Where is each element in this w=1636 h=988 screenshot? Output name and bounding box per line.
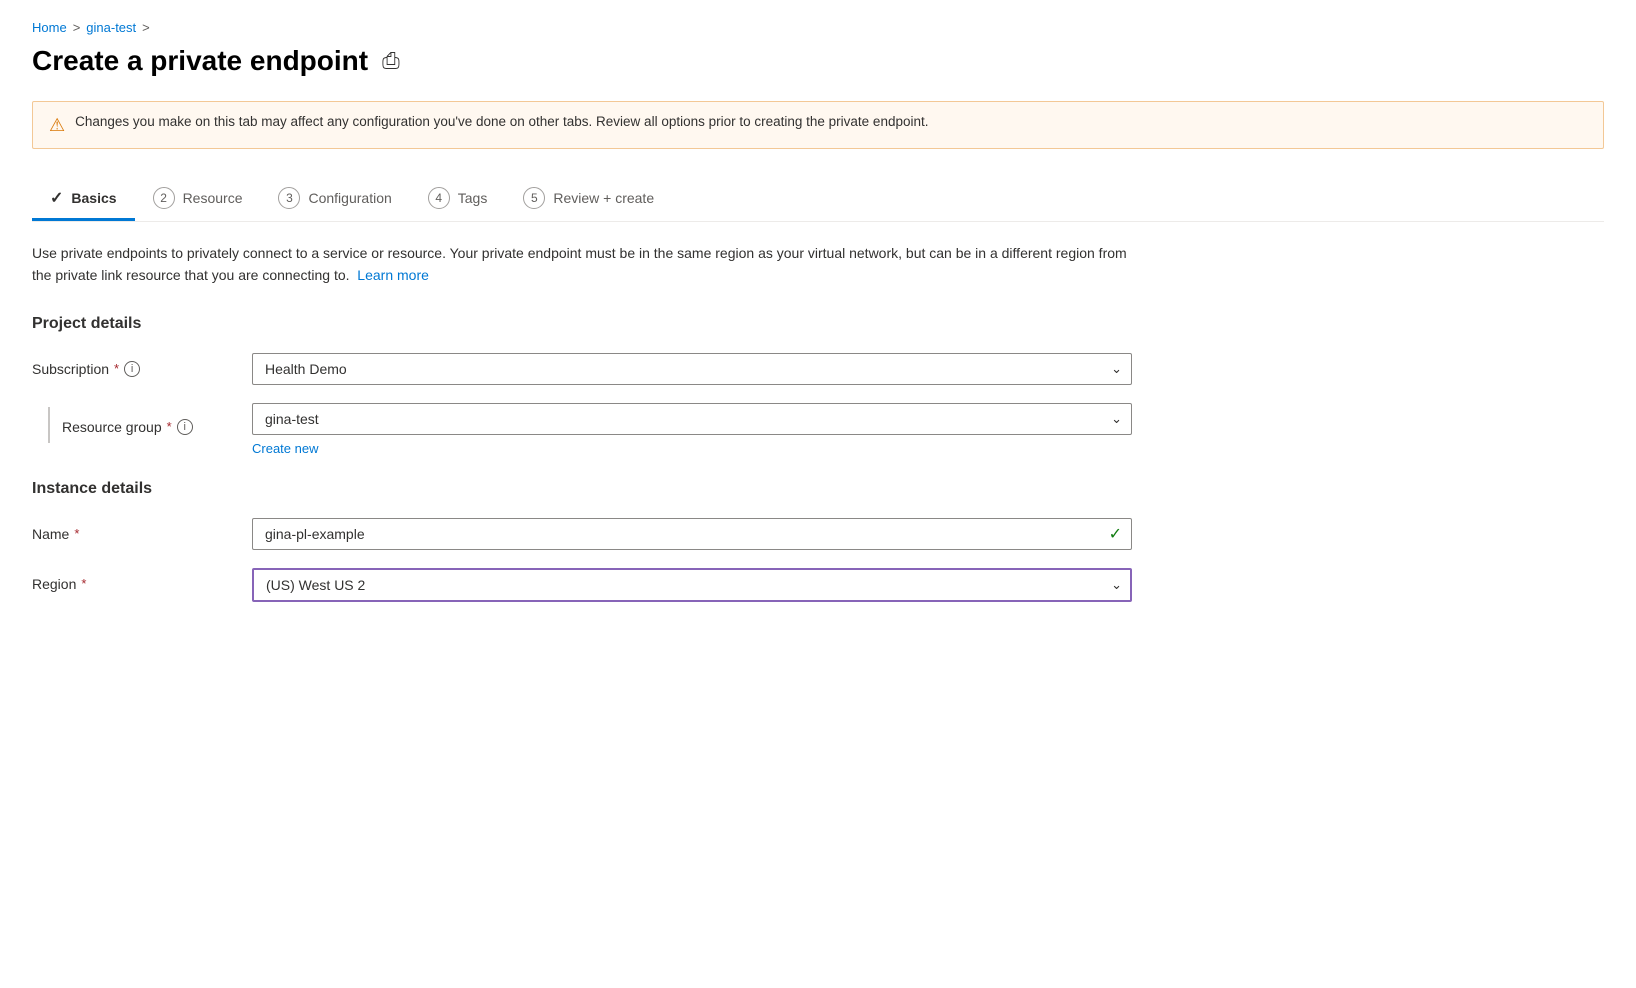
name-control: ✓ <box>252 518 1132 550</box>
subscription-required: * <box>114 361 119 376</box>
subscription-dropdown-container: Health Demo ⌄ <box>252 353 1132 385</box>
tab-resource[interactable]: 2 Resource <box>135 177 261 222</box>
page-title: Create a private endpoint <box>32 45 368 77</box>
print-icon[interactable]: ⎙ <box>382 48 400 74</box>
warning-text: Changes you make on this tab may affect … <box>75 114 928 129</box>
resource-group-dropdown-container: gina-test ⌄ <box>252 403 1132 435</box>
tab-tags-label: Tags <box>458 190 488 206</box>
tab-review-label: Review + create <box>553 190 654 206</box>
indent-line <box>48 407 50 443</box>
tab-tags-number: 4 <box>428 187 450 209</box>
tab-review[interactable]: 5 Review + create <box>505 177 672 222</box>
region-label: Region * <box>32 568 252 592</box>
subscription-info-icon[interactable]: i <box>124 361 140 377</box>
region-control: (US) West US 2 ⌄ <box>252 568 1132 602</box>
tab-basics[interactable]: ✓ Basics <box>32 178 135 221</box>
subscription-control: Health Demo ⌄ <box>252 353 1132 385</box>
subscription-select[interactable]: Health Demo <box>252 353 1132 385</box>
tab-review-number: 5 <box>523 187 545 209</box>
breadcrumb-ginatest[interactable]: gina-test <box>86 20 136 35</box>
project-details-title: Project details <box>32 315 1604 333</box>
tabs-row: ✓ Basics 2 Resource 3 Configuration 4 Ta… <box>32 177 1604 222</box>
tab-configuration[interactable]: 3 Configuration <box>260 177 409 222</box>
name-required: * <box>74 526 79 541</box>
subscription-row: Subscription * i Health Demo ⌄ <box>32 353 1132 385</box>
project-details-section: Project details Subscription * i Health … <box>32 315 1604 456</box>
region-select[interactable]: (US) West US 2 <box>252 568 1132 602</box>
resource-group-row: Resource group * i gina-test ⌄ Create ne… <box>32 403 1132 456</box>
resource-group-label: Resource group * i <box>62 411 193 435</box>
description-text: Use private endpoints to privately conne… <box>32 242 1132 287</box>
tab-configuration-label: Configuration <box>308 190 391 206</box>
region-dropdown-container: (US) West US 2 ⌄ <box>252 568 1132 602</box>
warning-icon: ⚠ <box>49 115 65 136</box>
instance-details-section: Instance details Name * ✓ Region * (US) … <box>32 480 1604 602</box>
name-input[interactable] <box>252 518 1132 550</box>
breadcrumb-home[interactable]: Home <box>32 20 67 35</box>
subscription-label: Subscription * i <box>32 353 252 377</box>
instance-details-title: Instance details <box>32 480 1604 498</box>
region-required: * <box>81 576 86 591</box>
region-row: Region * (US) West US 2 ⌄ <box>32 568 1132 602</box>
warning-banner: ⚠ Changes you make on this tab may affec… <box>32 101 1604 149</box>
tab-resource-label: Resource <box>183 190 243 206</box>
breadcrumb-sep2: > <box>142 20 150 35</box>
name-valid-icon: ✓ <box>1109 524 1122 544</box>
resource-group-required: * <box>167 419 172 434</box>
tab-configuration-number: 3 <box>278 187 300 209</box>
learn-more-link[interactable]: Learn more <box>357 267 429 283</box>
create-new-link[interactable]: Create new <box>252 441 318 456</box>
resource-group-indent: Resource group * i <box>32 403 252 443</box>
name-row: Name * ✓ <box>32 518 1132 550</box>
resource-group-info-icon[interactable]: i <box>177 419 193 435</box>
resource-group-control: gina-test ⌄ Create new <box>252 403 1132 456</box>
resource-group-select[interactable]: gina-test <box>252 403 1132 435</box>
breadcrumb: Home > gina-test > <box>32 20 1604 35</box>
name-label: Name * <box>32 518 252 542</box>
breadcrumb-sep1: > <box>73 20 81 35</box>
basics-check-icon: ✓ <box>50 188 63 208</box>
tab-tags[interactable]: 4 Tags <box>410 177 506 222</box>
page-header: Create a private endpoint ⎙ <box>32 45 1604 77</box>
tab-resource-number: 2 <box>153 187 175 209</box>
name-input-container: ✓ <box>252 518 1132 550</box>
tab-basics-label: Basics <box>71 190 116 206</box>
